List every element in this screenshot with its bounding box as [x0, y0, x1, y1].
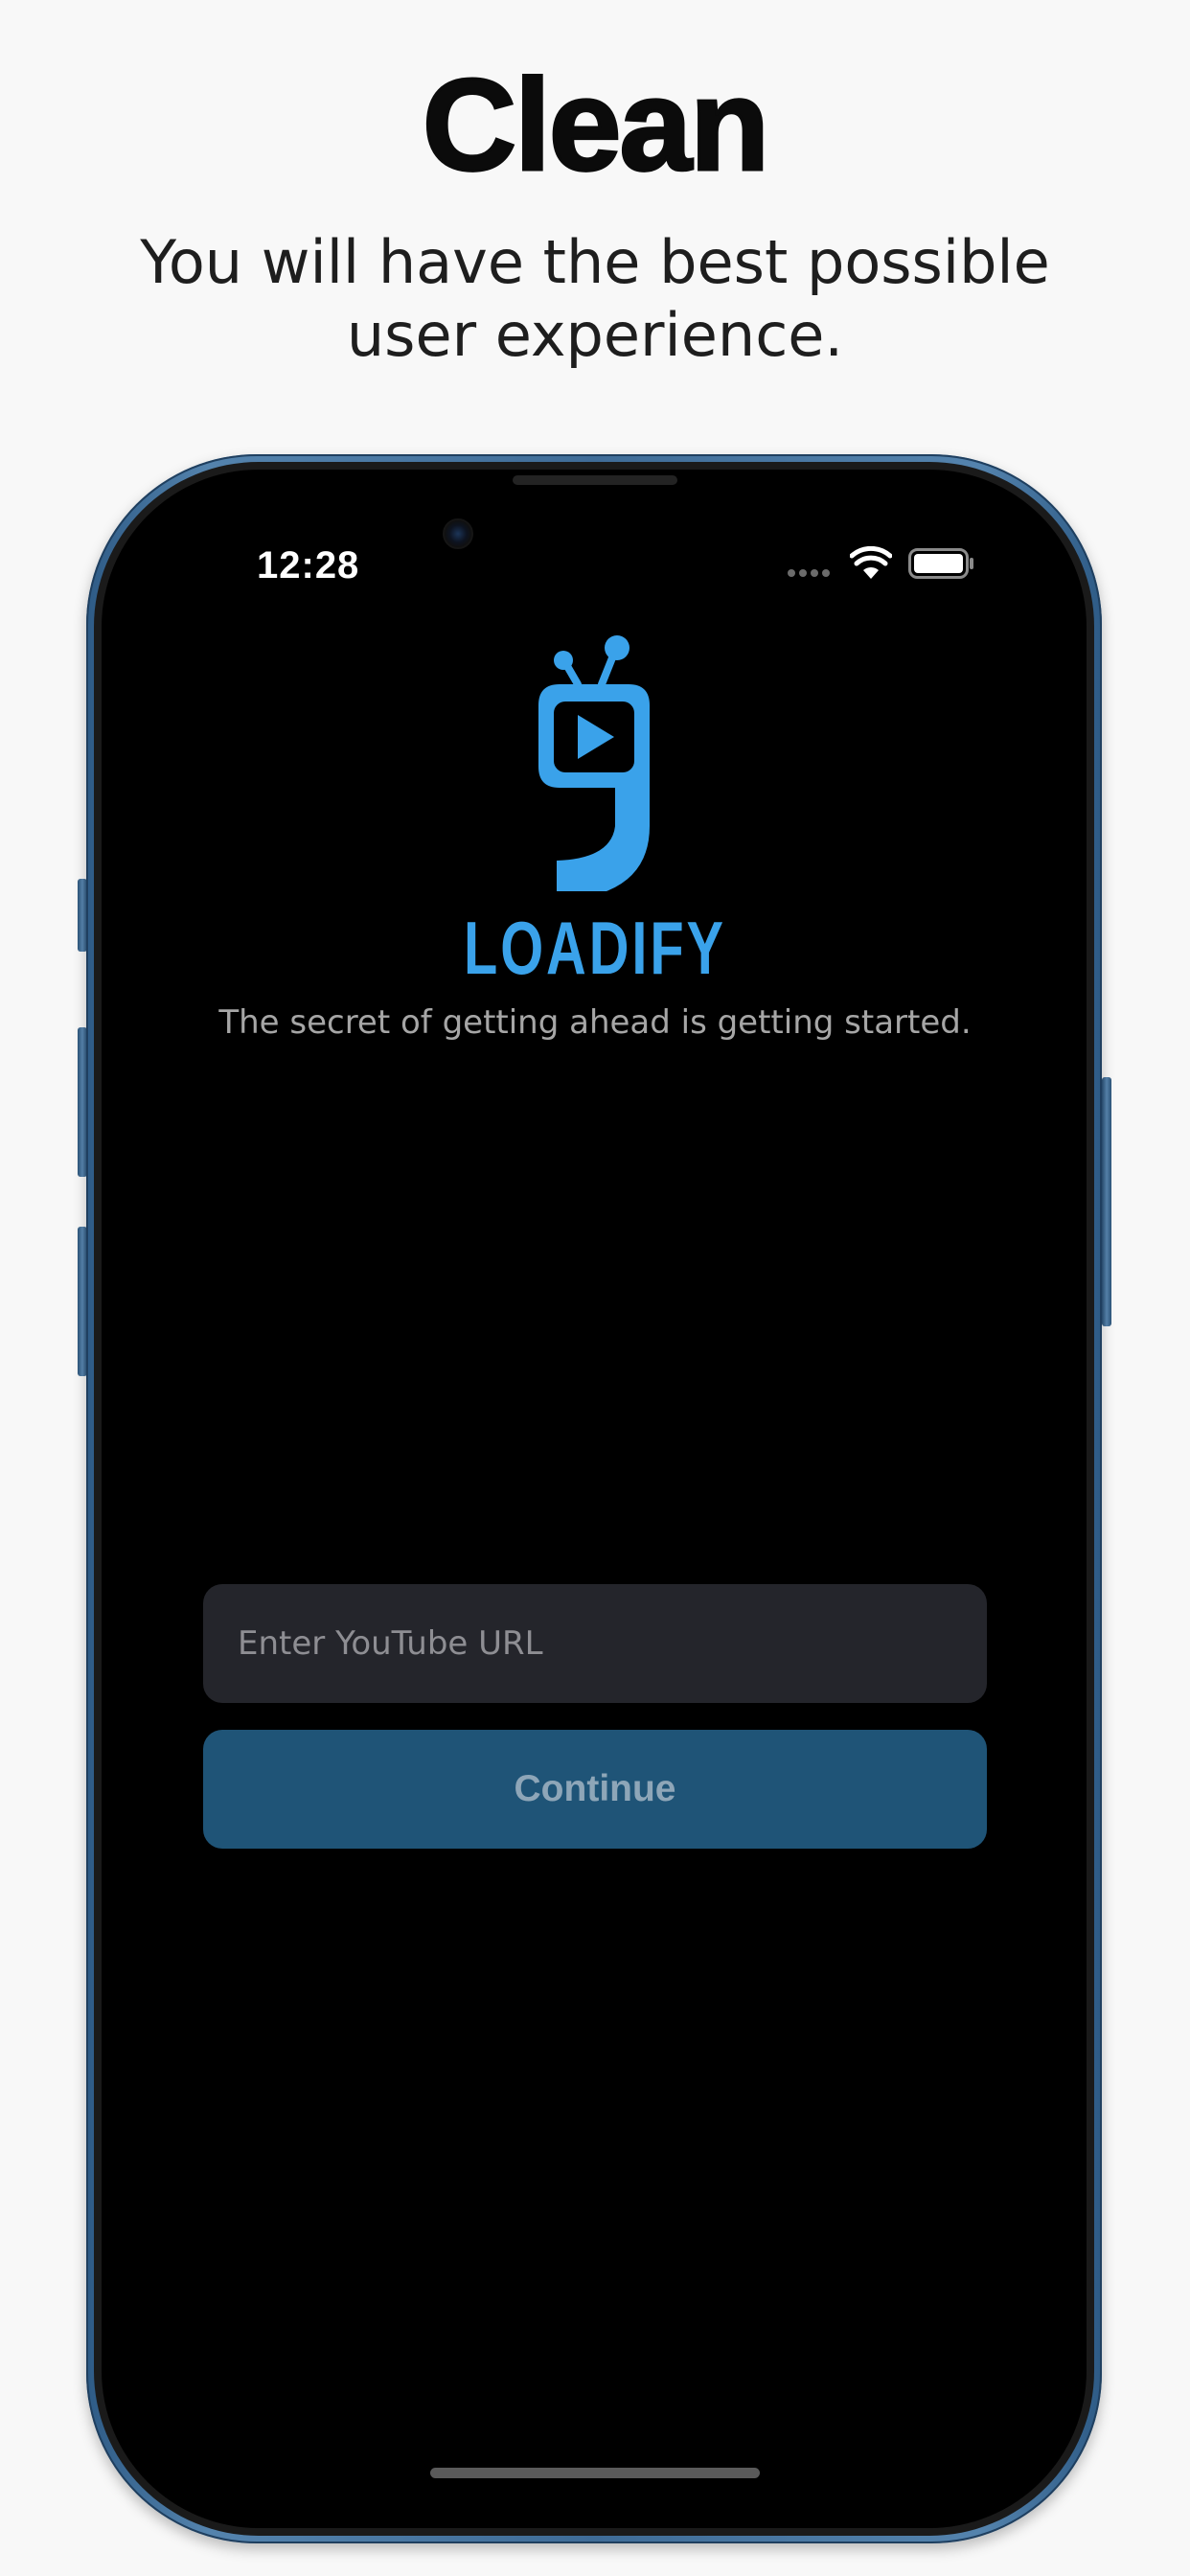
app-tagline: The secret of getting ahead is getting s…: [218, 1003, 972, 1042]
earpiece-speaker: [513, 475, 677, 485]
promo-subline: You will have the best possible user exp…: [0, 226, 1190, 372]
status-time: 12:28: [257, 544, 360, 586]
app-name: LOADIFY: [463, 906, 727, 990]
tv-play-logo-icon: [538, 635, 650, 891]
wifi-icon: [850, 546, 892, 579]
promo-headline: Clean: [421, 52, 770, 197]
continue-button[interactable]: Continue: [203, 1730, 987, 1849]
home-indicator[interactable]: [430, 2468, 760, 2478]
promo-subline-line-1: You will have the best possible: [140, 227, 1050, 297]
youtube-url-input[interactable]: [203, 1584, 987, 1703]
battery-icon: [908, 548, 973, 579]
cellular-dots-icon: [788, 569, 830, 577]
front-camera-icon: [443, 518, 473, 549]
power-button: [1102, 1077, 1111, 1326]
promo-subline-line-2: user experience.: [346, 300, 844, 370]
